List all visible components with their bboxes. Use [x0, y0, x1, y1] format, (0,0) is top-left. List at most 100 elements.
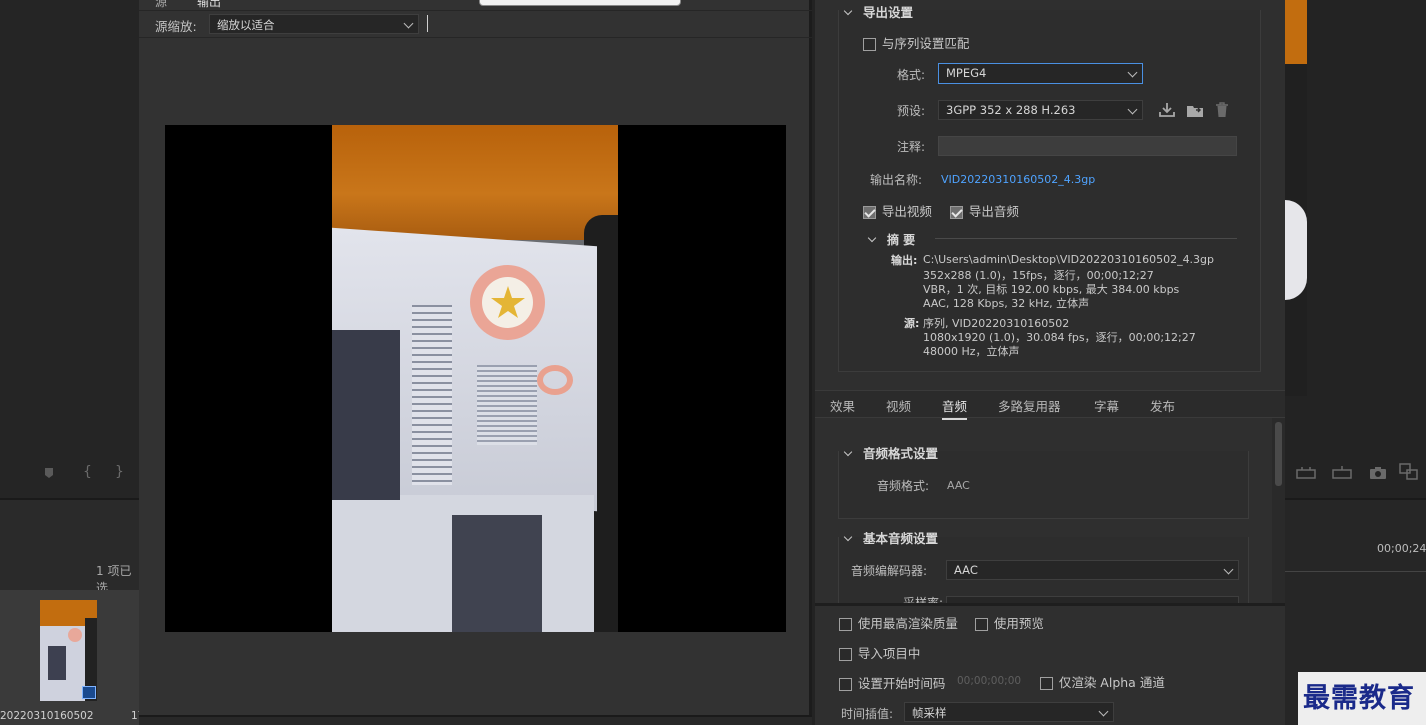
audio-format-value: AAC — [947, 479, 970, 492]
tab-video[interactable]: 视频 — [886, 396, 911, 415]
camera-icon[interactable] — [1369, 465, 1387, 481]
lift-icon[interactable] — [1331, 465, 1353, 481]
max-render-quality-checkbox[interactable] — [839, 618, 852, 631]
watermark-text: 最需教育 — [1303, 683, 1415, 714]
format-dropdown[interactable]: MPEG4 — [938, 63, 1143, 84]
comment-input[interactable] — [938, 136, 1237, 156]
import-preset-icon[interactable] — [1186, 102, 1204, 118]
render-alpha-only-checkbox[interactable] — [1040, 677, 1053, 690]
output-name-label: 输出名称: — [870, 173, 923, 187]
export-video-checkbox[interactable] — [863, 206, 876, 219]
program-monitor-background: 00;00;24;2 — [1285, 0, 1426, 725]
summary-divider — [935, 238, 1237, 239]
summary-output-label: 输出: — [891, 254, 918, 267]
delete-preset-icon[interactable] — [1214, 101, 1230, 118]
set-start-timecode-label: 设置开始时间码 — [857, 676, 946, 691]
scrollbar-thumb[interactable] — [1275, 422, 1282, 486]
audio-format-label: 音频格式: — [877, 479, 930, 493]
settings-scrollbar[interactable] — [1272, 418, 1285, 604]
tab-effects[interactable]: 效果 — [830, 396, 855, 415]
title-search-field[interactable] — [479, 0, 681, 6]
import-into-project-checkbox[interactable] — [839, 648, 852, 661]
export-video-row[interactable]: 导出视频 — [863, 201, 932, 220]
chevron-down-icon — [1127, 67, 1138, 78]
timeline-timecode: 00;00;24;2 — [1377, 542, 1426, 555]
watermark-logo: 最需教育 — [1298, 672, 1426, 725]
preset-label: 预设: — [897, 104, 926, 118]
chevron-down-icon — [843, 532, 853, 542]
tab-source[interactable]: 源 — [155, 0, 167, 10]
render-alpha-only-label: 仅渲染 Alpha 通道 — [1058, 675, 1165, 690]
clip-thumbnail[interactable] — [40, 600, 97, 701]
chevron-down-icon — [867, 233, 877, 243]
mark-in-icon[interactable]: { — [83, 464, 92, 480]
preset-dropdown[interactable]: 3GPP 352 x 288 H.263 — [938, 100, 1143, 120]
export-settings-panel: 导出设置 与序列设置匹配 格式: MPEG4 预设: 3GPP 352 x 28… — [815, 0, 1285, 725]
summary-header[interactable]: 摘 要 — [867, 231, 915, 248]
chevron-down-icon — [1127, 104, 1138, 115]
summary-source-label: 源: — [904, 317, 920, 330]
chevron-down-icon — [1223, 564, 1234, 575]
time-interpolation-dropdown[interactable]: 帧采样 — [904, 702, 1114, 722]
save-preset-icon[interactable] — [1158, 102, 1176, 118]
tab-captions[interactable]: 字幕 — [1094, 396, 1119, 415]
program-preview-strip — [1285, 0, 1307, 64]
export-audio-row[interactable]: 导出音频 — [950, 201, 1019, 220]
use-previews-row[interactable]: 使用预览 — [975, 613, 1044, 632]
output-name-link[interactable]: VID20220310160502_4.3gp — [941, 173, 1095, 186]
use-previews-checkbox[interactable] — [975, 618, 988, 631]
match-sequence-label: 与序列设置匹配 — [881, 36, 970, 51]
match-sequence-checkbox[interactable] — [863, 38, 876, 51]
audio-codec-label: 音频编解码器: — [851, 564, 928, 578]
source-scale-dropdown[interactable]: 缩放以适合 — [209, 14, 419, 34]
import-into-project-label: 导入项目中 — [857, 646, 921, 661]
chevron-down-icon — [403, 18, 414, 29]
comparison-view-icon[interactable] — [1399, 463, 1419, 481]
summary-source-line: 48000 Hz，立体声 — [923, 345, 1020, 358]
tab-multiplexer[interactable]: 多路复用器 — [998, 396, 1061, 415]
time-interpolation-value: 帧采样 — [912, 706, 947, 720]
chevron-down-icon — [1098, 706, 1109, 717]
summary-output-line: C:\Users\admin\Desktop\VID20220310160502… — [923, 253, 1215, 266]
import-into-project-row[interactable]: 导入项目中 — [839, 643, 920, 662]
tab-audio[interactable]: 音频 — [942, 396, 968, 420]
summary-output-line: AAC, 128 Kbps, 32 kHz, 立体声 — [923, 297, 1090, 310]
time-interpolation-label: 时间插值: — [841, 707, 894, 721]
export-preview-panel: 源 输出 源缩放: 缩放以适合 — [139, 0, 812, 725]
set-start-timecode-checkbox[interactable] — [839, 678, 852, 691]
comment-label: 注释: — [897, 140, 926, 154]
marker-icon[interactable] — [44, 467, 54, 479]
render-alpha-only-row[interactable]: 仅渲染 Alpha 通道 — [1040, 672, 1165, 691]
crop-divider — [427, 15, 428, 32]
export-settings-header[interactable]: 导出设置 — [843, 2, 913, 21]
max-render-quality-row[interactable]: 使用最高渲染质量 — [839, 613, 958, 632]
source-scale-label: 源缩放: — [155, 19, 197, 34]
use-previews-label: 使用预览 — [993, 616, 1044, 631]
export-video-label: 导出视频 — [881, 204, 932, 219]
start-timecode-field[interactable]: 00;00;00;00 — [957, 675, 1021, 687]
audio-codec-dropdown[interactable]: AAC — [946, 560, 1239, 580]
video-frame-image — [332, 125, 618, 632]
tab-publish[interactable]: 发布 — [1150, 396, 1175, 415]
clip-name: 20220310160502 — [0, 710, 94, 722]
chevron-down-icon — [843, 447, 853, 457]
export-audio-label: 导出音频 — [968, 204, 1019, 219]
set-start-timecode-row[interactable]: 设置开始时间码 — [839, 673, 945, 692]
audio-format-header[interactable]: 音频格式设置 — [843, 443, 938, 462]
audio-codec-value: AAC — [954, 563, 978, 577]
basic-audio-header[interactable]: 基本音频设置 — [843, 528, 938, 547]
format-label: 格式: — [897, 68, 926, 82]
max-render-quality-label: 使用最高渲染质量 — [857, 616, 958, 631]
format-value: MPEG4 — [946, 66, 987, 80]
mark-out-icon[interactable]: } — [115, 464, 124, 480]
star-icon — [490, 285, 526, 319]
extract-icon[interactable] — [1295, 465, 1317, 481]
clip-thumbnail-area[interactable]: 20220310160502 17 — [0, 590, 144, 725]
preset-value: 3GPP 352 x 288 H.263 — [946, 103, 1076, 117]
sequence-badge-icon — [82, 686, 96, 699]
source-scale-value: 缩放以适合 — [217, 18, 275, 32]
match-sequence-checkbox-row[interactable]: 与序列设置匹配 — [863, 33, 969, 52]
video-preview[interactable] — [165, 125, 786, 632]
export-audio-checkbox[interactable] — [950, 206, 963, 219]
chevron-down-icon — [843, 6, 853, 16]
